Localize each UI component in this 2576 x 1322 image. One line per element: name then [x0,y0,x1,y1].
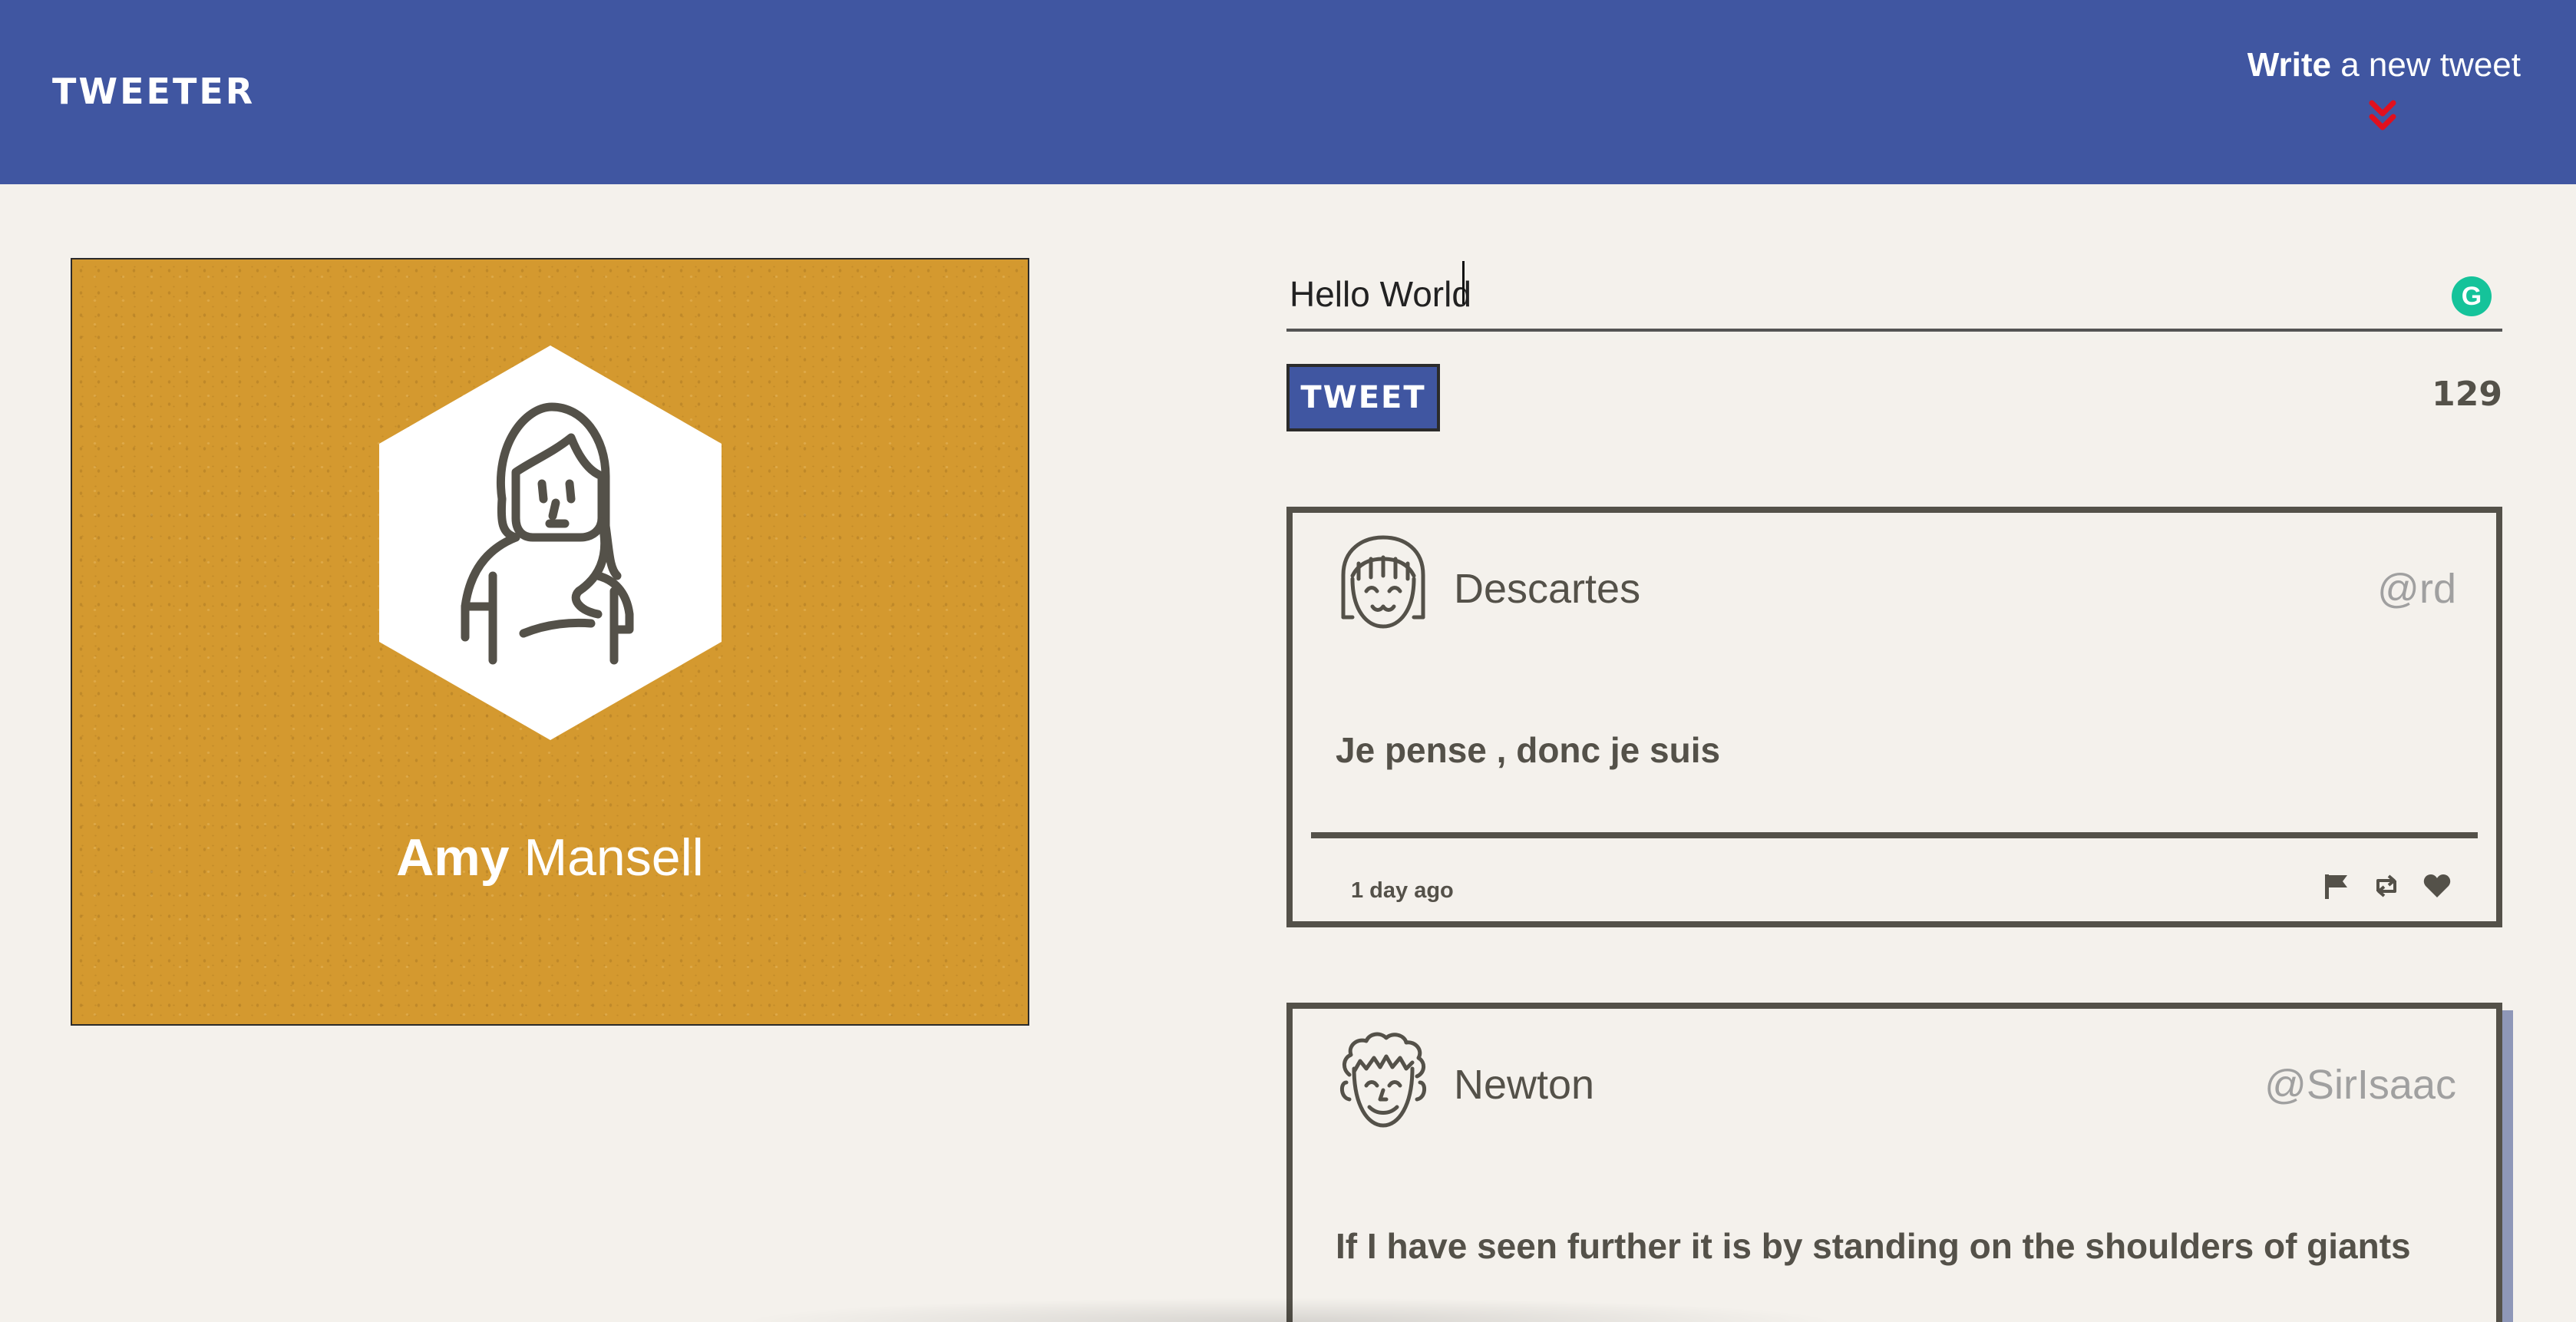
tweet-text-input[interactable] [1286,246,2502,332]
curly-hair-man-avatar-icon [1340,1032,1426,1128]
tweet-card: Descartes @rd Je pense , donc je suis 1 … [1286,507,2502,927]
heart-icon[interactable] [2422,871,2452,901]
write-new-tweet-label: Write a new tweet [2198,46,2521,84]
brand-logo[interactable]: TWEETER [52,71,255,112]
scroll-shadow [737,1297,1842,1322]
tweet-card: Newton @SirIsaac If I have seen further … [1286,1003,2502,1322]
double-chevron-down-icon[interactable] [2367,100,2398,134]
profile-first-name: Amy [396,828,510,887]
tweet-text: If I have seen further it is by standing… [1336,1226,2411,1266]
write-new-tweet-toggle[interactable]: Write a new tweet [2198,46,2521,146]
tweet-author-name[interactable]: Newton [1454,1061,1594,1109]
profile-name: Amy Mansell [72,828,1028,887]
write-label-rest: a new tweet [2330,46,2521,84]
top-navbar: TWEETER Write a new tweet [0,0,2576,184]
flag-icon[interactable] [2321,871,2350,901]
woman-avatar-icon [379,345,722,740]
tweet-text: Je pense , donc je suis [1336,730,1721,770]
compose-tweet-form: G TWEET 129 [1286,246,2502,438]
tweet-author-name[interactable]: Descartes [1454,565,1640,613]
girl-avatar-icon [1341,535,1425,629]
tweet-divider [1311,832,2478,838]
tweet-actions [2321,869,2452,903]
write-label-bold: Write [2247,46,2331,84]
tweet-author-handle[interactable]: @rd [2377,565,2456,613]
character-counter: 129 [2432,375,2502,414]
profile-card: Amy Mansell [71,258,1029,1026]
tweet-author-handle[interactable]: @SirIsaac [2264,1061,2456,1109]
tweet-submit-button[interactable]: TWEET [1286,364,1440,431]
retweet-icon[interactable] [2372,871,2401,901]
tweet-timestamp: 1 day ago [1351,878,1454,903]
text-caret [1462,261,1465,304]
profile-last-name: Mansell [509,828,704,887]
grammarly-icon[interactable]: G [2452,276,2492,316]
